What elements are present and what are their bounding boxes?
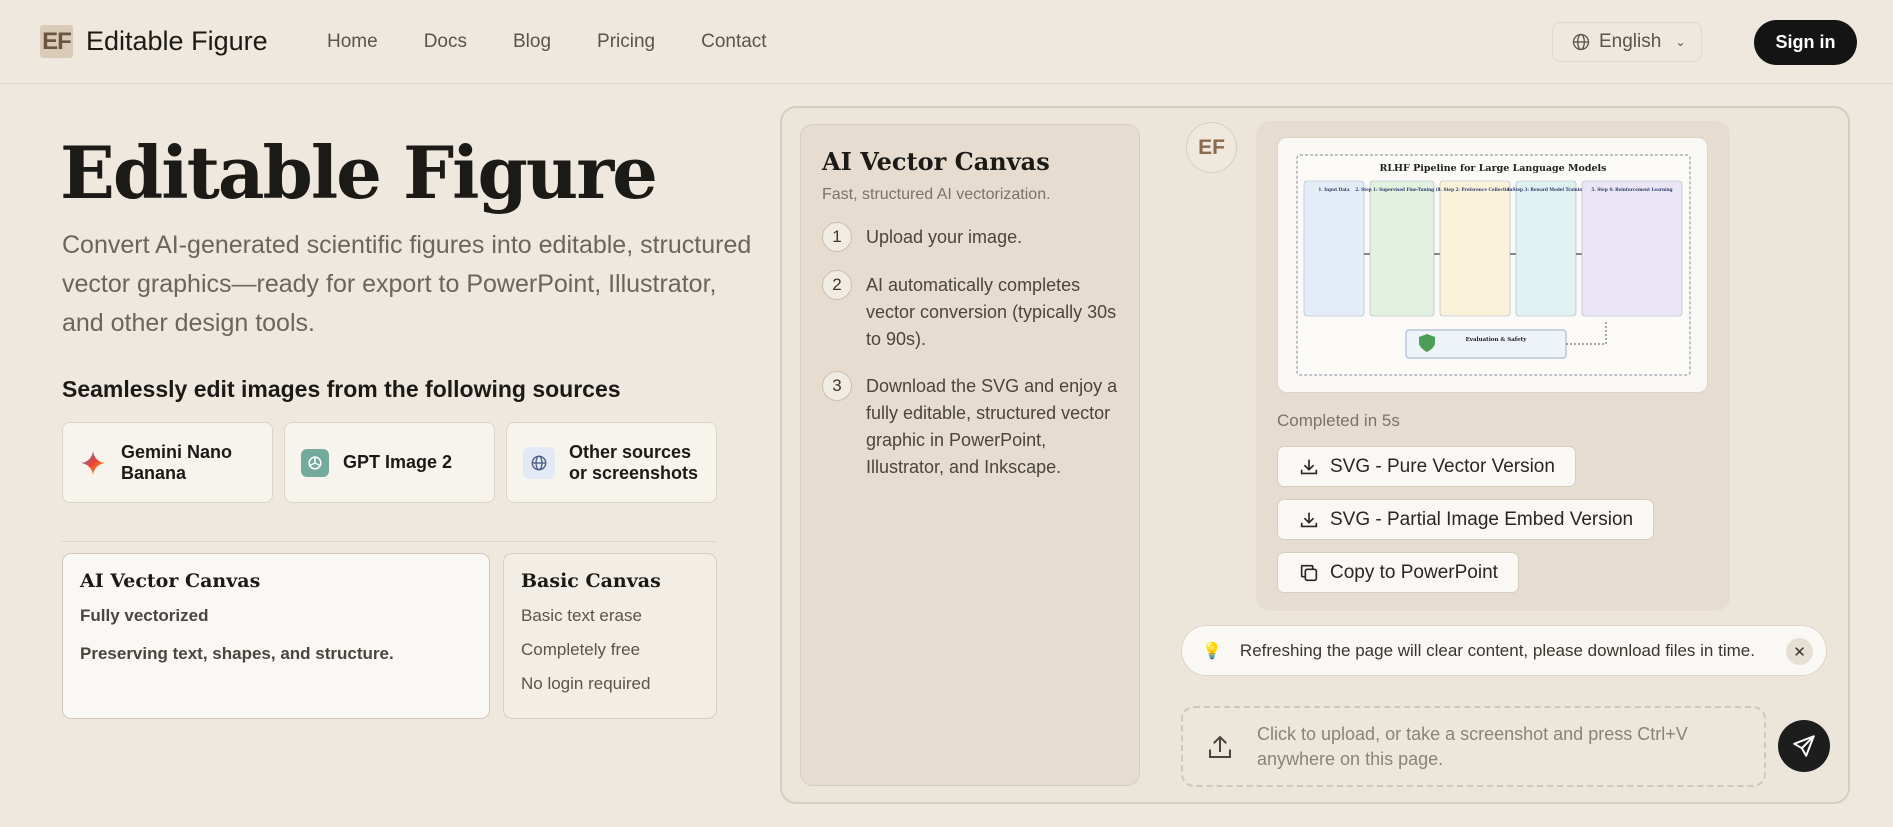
canvas-feature: Completely free <box>521 640 641 659</box>
nav-docs[interactable]: Docs <box>424 31 467 53</box>
step-text: Download the SVG and enjoy a fully edita… <box>866 376 1118 477</box>
step-text: Upload your image. <box>866 227 1023 247</box>
evaluation-label: Evaluation & Safety <box>1466 337 1528 343</box>
ai-vector-canvas-option[interactable]: AI Vector Canvas Fully vectorized Preser… <box>62 553 490 719</box>
figure-stage-label: 3. Step 2: Preference Collection <box>1438 187 1513 192</box>
figure-stage-label: 2. Step 1: Supervised Fine-Tuning (SFT) <box>1355 187 1448 192</box>
language-label: English <box>1599 31 1662 52</box>
download-pure-vector-button[interactable]: SVG - Pure Vector Version <box>1277 446 1576 487</box>
basic-canvas-option[interactable]: Basic Canvas Basic text erase Completely… <box>503 553 717 719</box>
figure-stage-label: 5. Step 4: Reinforcement Learning <box>1591 187 1672 192</box>
step-number: 2 <box>822 270 852 300</box>
sign-in-button[interactable]: Sign in <box>1754 20 1857 65</box>
language-selector[interactable]: English ⌄ <box>1552 22 1702 62</box>
figure-stages: 1. Input Data 2. Step 1: Supervised Fine-… <box>1303 180 1683 317</box>
button-label: SVG - Pure Vector Version <box>1330 455 1555 477</box>
logo[interactable]: EF <box>40 25 73 58</box>
refresh-notice: 💡 Refreshing the page will clear content… <box>1181 625 1827 676</box>
canvas-title: Basic Canvas <box>521 570 661 592</box>
step-number: 1 <box>822 222 852 252</box>
download-icon <box>1300 459 1318 474</box>
upload-icon <box>1209 735 1231 758</box>
step-text: AI automatically completes vector conver… <box>866 275 1117 349</box>
source-gemini[interactable]: Gemini Nano Banana <box>62 422 273 503</box>
chevron-down-icon: ⌄ <box>1675 35 1686 49</box>
hero-description: Convert AI-generated scientific figures … <box>62 231 752 337</box>
figure-stage-box <box>1369 180 1435 317</box>
top-header: EF Editable Figure Home Docs Blog Pricin… <box>0 0 1893 84</box>
figure-stage-box <box>1515 180 1577 317</box>
close-icon[interactable]: ✕ <box>1786 638 1813 665</box>
step-item: 3 Download the SVG and enjoy a fully edi… <box>822 371 1118 481</box>
canvas-title: AI Vector Canvas <box>80 570 261 592</box>
canvas-feature: Fully vectorized <box>80 606 209 625</box>
nav-contact[interactable]: Contact <box>701 31 766 53</box>
nav-pricing[interactable]: Pricing <box>597 31 655 53</box>
lightbulb-icon: 💡 <box>1202 642 1222 660</box>
figure-stage-box <box>1439 180 1511 317</box>
source-gpt[interactable]: GPT Image 2 <box>284 422 495 503</box>
figure-stage-box <box>1303 180 1365 317</box>
copy-to-powerpoint-button[interactable]: Copy to PowerPoint <box>1277 552 1519 593</box>
figure-stage-label: 4. Step 3: Reward Model Training <box>1507 187 1586 192</box>
figure-stage-box <box>1581 180 1683 317</box>
download-icon <box>1300 512 1318 527</box>
canvas-feature: Preserving text, shapes, and structure. <box>80 644 394 663</box>
canvas-feature: No login required <box>521 674 651 693</box>
completion-status: Completed in 5s <box>1277 411 1400 430</box>
globe-icon <box>523 446 555 479</box>
globe-icon <box>1572 33 1590 51</box>
step-item: 1 Upload your image. <box>822 222 1118 252</box>
send-icon <box>1793 735 1815 757</box>
nav-blog[interactable]: Blog <box>513 31 551 53</box>
source-label: GPT Image 2 <box>343 452 453 472</box>
main-nav: Home Docs Blog Pricing Contact <box>327 31 767 53</box>
steps-card: AI Vector Canvas Fast, structured AI vec… <box>800 124 1140 786</box>
source-label: Other sources or screenshots <box>569 441 699 483</box>
figure-preview[interactable]: RLHF Pipeline for Large Language Models … <box>1277 137 1708 393</box>
divider <box>62 541 716 542</box>
notice-text: Refreshing the page will clear content, … <box>1239 640 1755 660</box>
figure-stage-label: 1. Input Data <box>1318 187 1349 192</box>
figure-title: RLHF Pipeline for Large Language Models <box>1379 163 1606 174</box>
steps-title: AI Vector Canvas <box>822 147 1050 176</box>
sources-title: Seamlessly edit images from the followin… <box>62 376 621 402</box>
source-label: Gemini Nano Banana <box>121 441 233 483</box>
steps-subtitle: Fast, structured AI vectorization. <box>822 186 1051 203</box>
rlhf-diagram-thumbnail: RLHF Pipeline for Large Language Models … <box>1296 154 1691 376</box>
step-number: 3 <box>822 371 852 401</box>
button-label: Copy to PowerPoint <box>1330 561 1498 583</box>
hero-title: Editable Figure <box>60 130 658 215</box>
canvas-feature: Basic text erase <box>521 606 642 625</box>
brand-name[interactable]: Editable Figure <box>86 26 268 57</box>
openai-icon <box>301 448 329 477</box>
nav-home[interactable]: Home <box>327 31 378 53</box>
download-partial-embed-button[interactable]: SVG - Partial Image Embed Version <box>1277 499 1655 540</box>
upload-dropzone[interactable]: Click to upload, or take a screenshot an… <box>1181 706 1766 787</box>
copy-icon <box>1300 564 1318 581</box>
button-label: SVG - Partial Image Embed Version <box>1330 508 1634 530</box>
upload-instructions: Click to upload, or take a screenshot an… <box>1257 723 1688 769</box>
source-other[interactable]: Other sources or screenshots <box>506 422 717 503</box>
gemini-icon <box>79 449 107 477</box>
step-item: 2 AI automatically completes vector conv… <box>822 270 1118 353</box>
avatar: EF <box>1186 122 1237 173</box>
send-button[interactable] <box>1778 720 1830 772</box>
